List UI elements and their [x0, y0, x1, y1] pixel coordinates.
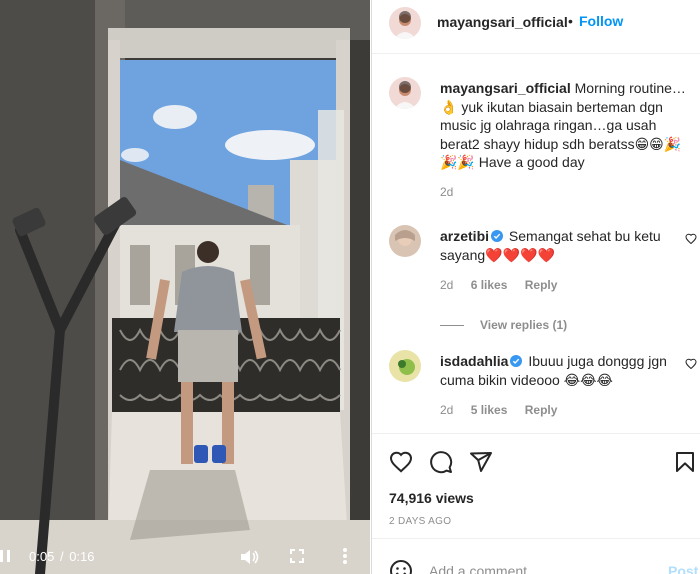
verified-icon: [491, 230, 504, 242]
comment-input[interactable]: [429, 563, 649, 574]
avatar[interactable]: [389, 7, 421, 39]
view-replies-label: View replies (1): [480, 318, 568, 332]
reply-button[interactable]: Reply: [525, 278, 558, 292]
comment-username[interactable]: isdadahlia: [440, 353, 508, 369]
comment-likes[interactable]: 5 likes: [471, 403, 508, 417]
duration: 0:16: [69, 549, 95, 564]
post-panel: mayangsari_official • Follow mayangsari_…: [371, 0, 700, 574]
video-frame: [0, 0, 370, 574]
post-button[interactable]: Post: [668, 563, 698, 574]
caption-age: 2d: [440, 185, 454, 199]
video-time: 0:05 / 0:16: [29, 549, 95, 564]
post-date: 2 DAYS AGO: [389, 516, 452, 527]
heart-icon[interactable]: [685, 358, 697, 369]
current-time: 0:05: [29, 549, 55, 564]
comment-composer: Post: [372, 538, 700, 574]
volume-icon[interactable]: [239, 548, 259, 566]
comment-username[interactable]: arzetibi: [440, 228, 489, 244]
heart-icon[interactable]: [685, 233, 697, 244]
pause-icon[interactable]: [0, 550, 12, 564]
emoji-icon[interactable]: [389, 559, 413, 574]
view-count[interactable]: 74,916 views: [389, 490, 474, 506]
comment-icon[interactable]: [429, 450, 453, 474]
comment-text: isdadahlia Ibuuu juga donggg jgn cuma bi…: [440, 352, 675, 390]
post-header: mayangsari_official • Follow: [372, 0, 700, 54]
caption-text: mayangsari_official Morning routine…👌 yu…: [440, 79, 696, 172]
fullscreen-icon[interactable]: [290, 549, 304, 563]
comment-likes[interactable]: 6 likes: [471, 278, 508, 292]
bookmark-icon[interactable]: [673, 450, 697, 474]
more-icon[interactable]: [342, 547, 348, 565]
comment-text: arzetibi Semangat sehat bu ketu sayang❤️…: [440, 227, 675, 265]
comment-meta: 2d 6 likes Reply: [440, 278, 571, 292]
share-icon[interactable]: [469, 450, 493, 474]
heart-icon[interactable]: [389, 450, 413, 474]
avatar[interactable]: [389, 350, 421, 382]
action-bar: [372, 433, 700, 487]
divider: [440, 325, 464, 327]
verified-icon: [510, 355, 523, 367]
post-username[interactable]: mayangsari_official: [437, 14, 568, 30]
comment-meta: 2d 5 likes Reply: [440, 403, 571, 417]
comment-age: 2d: [440, 403, 454, 417]
follow-button[interactable]: Follow: [579, 13, 623, 29]
avatar[interactable]: [389, 77, 421, 109]
caption-username[interactable]: mayangsari_official: [440, 80, 571, 96]
comment-age: 2d: [440, 278, 454, 292]
video-controls: 0:05 / 0:16: [0, 540, 370, 574]
time-separator: /: [59, 549, 64, 564]
video-player[interactable]: 0:05 / 0:16: [0, 0, 370, 574]
avatar[interactable]: [389, 225, 421, 257]
view-replies-button[interactable]: View replies (1): [440, 318, 567, 332]
separator-dot: •: [568, 13, 573, 29]
reply-button[interactable]: Reply: [525, 403, 558, 417]
